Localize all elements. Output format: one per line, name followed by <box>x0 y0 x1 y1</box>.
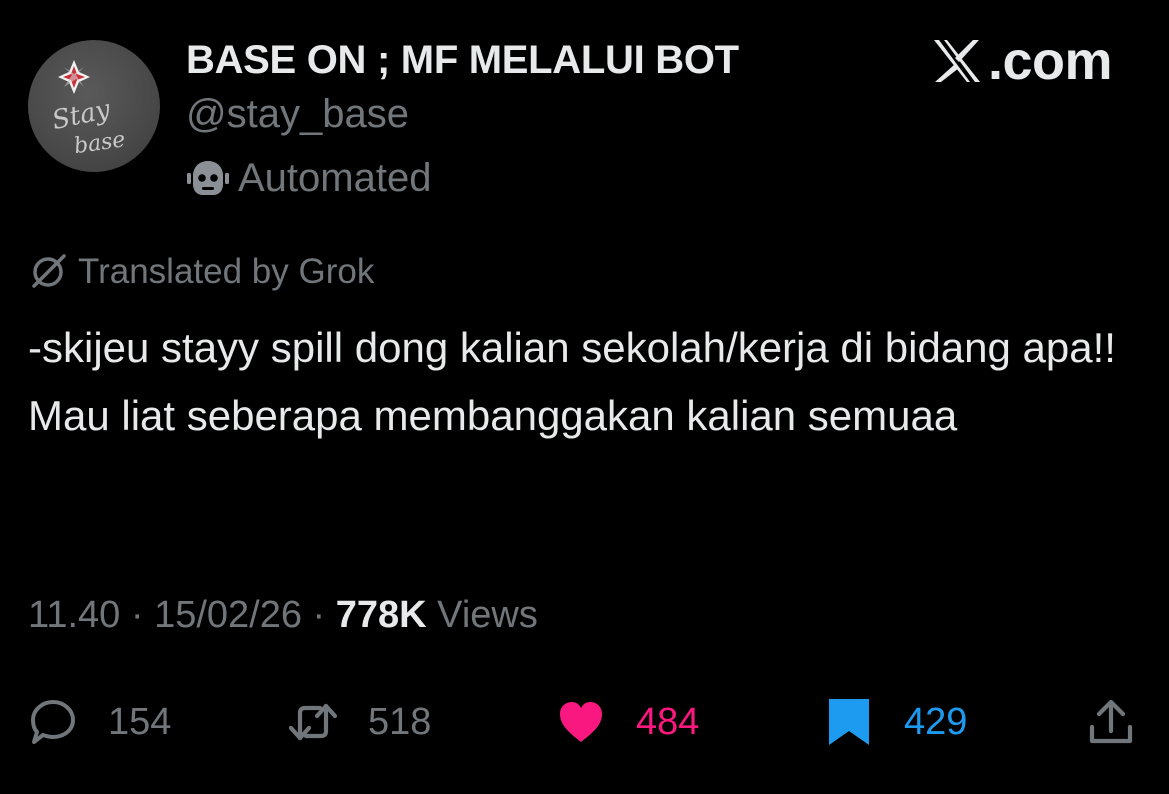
tweet-time[interactable]: 11.40 <box>28 594 120 636</box>
views-label: Views <box>437 594 538 636</box>
avatar[interactable]: Stay base <box>28 40 160 172</box>
grok-icon <box>32 254 66 288</box>
bookmark-icon <box>829 699 869 745</box>
share-icon <box>1089 699 1133 744</box>
tweet-date[interactable]: 15/02/26 <box>154 594 302 636</box>
meta-separator: · <box>312 594 326 636</box>
translated-by-text: Translated by Grok <box>78 252 375 291</box>
tweet-text: -skijeu stayy spill dong kalian sekolah/… <box>28 324 1116 439</box>
like-button[interactable]: 484 <box>556 690 699 754</box>
repost-icon <box>288 703 338 741</box>
repost-button[interactable]: 518 <box>288 690 431 754</box>
robot-icon <box>187 161 229 195</box>
author-handle[interactable]: @stay_base <box>186 92 409 137</box>
like-count: 484 <box>636 700 700 743</box>
repost-count: 518 <box>368 700 432 743</box>
author-name[interactable]: BASE ON ; MF MELALUI BOT <box>186 38 739 83</box>
reply-button[interactable]: 154 <box>28 690 171 754</box>
bookmark-button[interactable]: 429 <box>824 690 967 754</box>
views-count[interactable]: 778K <box>336 594 427 636</box>
tweet-meta: 11.40 · 15/02/26 · 778K Views <box>28 594 538 637</box>
translation-label[interactable]: Translated by Grok <box>28 248 374 296</box>
automated-label: Automated <box>238 155 432 200</box>
heart-icon <box>560 702 602 742</box>
share-button[interactable] <box>1086 690 1136 754</box>
reply-count: 154 <box>108 700 172 743</box>
brand-text: .com <box>988 31 1113 91</box>
compass-star-icon <box>58 60 90 94</box>
avatar-text-base: base <box>72 127 126 159</box>
action-bar: 154 518 484 429 <box>0 690 1169 754</box>
avatar-logo: Stay base <box>49 60 127 159</box>
x-logo-icon <box>934 40 980 82</box>
brand-watermark: .com <box>930 30 1113 92</box>
bookmark-count: 429 <box>904 700 968 743</box>
automated-badge[interactable]: Automated <box>186 154 431 202</box>
reply-icon <box>31 700 75 744</box>
meta-separator: · <box>130 594 144 636</box>
